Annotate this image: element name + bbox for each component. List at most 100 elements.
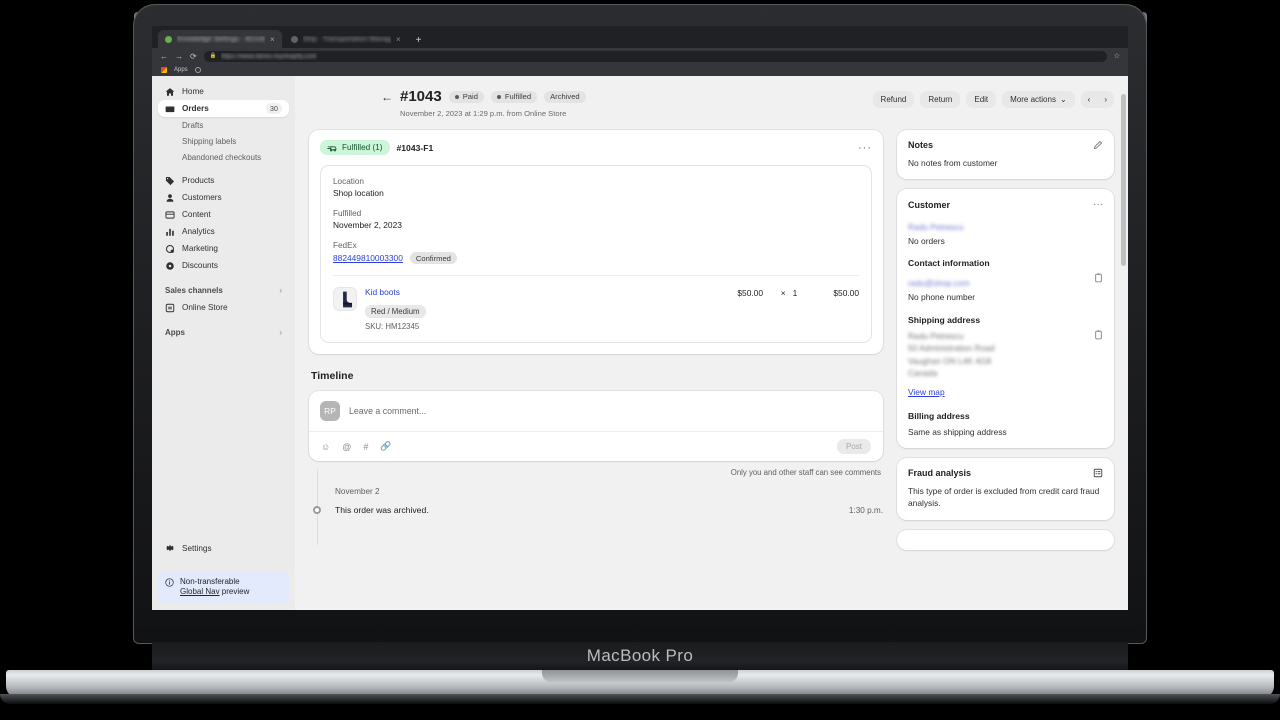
- line-item-row: Kid boots Red / Medium SKU: HM12345 $50.…: [333, 275, 859, 331]
- sidebar-item-label: Analytics: [182, 227, 215, 236]
- page-scrollbar[interactable]: [1121, 94, 1126, 266]
- content-icon: [165, 210, 175, 219]
- refund-button[interactable]: Refund: [872, 91, 915, 108]
- sidebar-item-drafts[interactable]: Drafts: [158, 117, 289, 133]
- mention-icon[interactable]: @: [342, 442, 351, 452]
- chevron-right-icon: ›: [279, 328, 282, 337]
- notes-title: Notes: [908, 140, 934, 150]
- sidebar-item-label: Settings: [182, 543, 212, 553]
- view-map-link[interactable]: View map: [908, 387, 945, 397]
- sidebar-item-marketing[interactable]: Marketing: [158, 240, 289, 257]
- line-item-quantity: × 1: [771, 287, 807, 298]
- attachment-icon[interactable]: 🔗: [380, 441, 391, 452]
- copy-icon[interactable]: [1094, 273, 1103, 283]
- sidebar-item-label: Home: [182, 87, 204, 96]
- apps-grid-icon[interactable]: [161, 67, 167, 73]
- browser-tab-2[interactable]: Ship · Transportation Manag ×: [284, 30, 408, 48]
- global-nav-link[interactable]: Global Nav: [180, 587, 220, 596]
- customer-email-link[interactable]: radu@shop.com: [908, 278, 970, 288]
- tab-favicon-icon: [165, 35, 172, 43]
- billing-address-value: Same as shipping address: [908, 427, 1007, 437]
- back-arrow-icon[interactable]: ←: [381, 90, 393, 104]
- product-thumbnail[interactable]: [333, 287, 357, 311]
- sidebar-item-online-store[interactable]: Online Store: [158, 299, 289, 316]
- tab-close-icon[interactable]: ×: [396, 35, 401, 44]
- sidebar-item-discounts[interactable]: Discounts: [158, 257, 289, 274]
- sidebar-item-customers[interactable]: Customers: [158, 189, 289, 206]
- fulfilled-date-field: Fulfilled November 2, 2023: [333, 209, 859, 230]
- tab-close-icon[interactable]: ×: [270, 35, 275, 44]
- sidebar-item-shipping-labels[interactable]: Shipping labels: [158, 133, 289, 149]
- hashtag-icon[interactable]: #: [363, 442, 368, 452]
- bookmarks-bar: Apps: [152, 64, 1128, 76]
- sidebar-section-apps[interactable]: Apps ›: [158, 324, 289, 341]
- comment-input-row[interactable]: RP Leave a comment...: [309, 391, 883, 431]
- sidebar-item-label: Discounts: [182, 261, 218, 270]
- timeline-event-text: This order was archived.: [335, 505, 429, 515]
- tracking-row: 882449810003300 Confirmed: [333, 252, 859, 264]
- tracking-number-link[interactable]: 882449810003300: [333, 253, 403, 263]
- delivery-truck-icon: [327, 145, 337, 151]
- comment-input[interactable]: Leave a comment...: [349, 406, 426, 416]
- apps-bookmark-label[interactable]: Apps: [174, 67, 188, 73]
- customer-menu-button[interactable]: ···: [1093, 199, 1103, 210]
- fraud-analysis-card: Fraud analysis This type of order is exc…: [897, 458, 1114, 520]
- timeline-heading: Timeline: [311, 370, 354, 382]
- pencil-icon[interactable]: [1093, 140, 1103, 150]
- report-icon[interactable]: [1093, 468, 1103, 478]
- fulfillment-details: Location Shop location Fulfilled Novembe…: [320, 165, 872, 343]
- home-icon: [166, 87, 174, 96]
- product-title-link[interactable]: Kid boots: [365, 287, 729, 297]
- sidebar-item-content[interactable]: Content: [158, 206, 289, 223]
- forward-icon[interactable]: →: [175, 52, 183, 61]
- fulfillment-menu-button[interactable]: ···: [858, 142, 872, 154]
- sidebar-item-label: Content: [182, 210, 211, 219]
- browser-tab-strip: Knowledge Settings · 4Cccb × Ship · Tran…: [152, 26, 1128, 48]
- browser-tab-1[interactable]: Knowledge Settings · 4Cccb ×: [158, 30, 282, 48]
- sidebar-item-settings[interactable]: Settings: [158, 540, 289, 557]
- secondary-column: Notes No notes from customer Customer ··…: [897, 130, 1114, 560]
- sidebar-section-sales-channels[interactable]: Sales channels ›: [158, 282, 289, 299]
- sidebar-item-orders[interactable]: Orders 30: [158, 100, 289, 117]
- line-item-price: $50.00: [737, 288, 763, 298]
- billing-address-heading: Billing address: [908, 411, 970, 421]
- copy-icon[interactable]: [1094, 330, 1103, 340]
- sidebar-item-products[interactable]: Products: [158, 172, 289, 189]
- location-label: Location: [333, 177, 364, 186]
- customer-name-link[interactable]: Radu Petrescu: [908, 222, 963, 232]
- profile-icon[interactable]: [194, 67, 201, 73]
- star-icon[interactable]: ☆: [1114, 52, 1120, 60]
- analytics-icon: [166, 228, 174, 236]
- gear-icon: [166, 545, 174, 552]
- shipping-address-heading: Shipping address: [908, 314, 981, 325]
- notice-line-2: preview: [219, 587, 250, 597]
- quantity-value: 1: [792, 288, 798, 298]
- comment-toolbar: ☺ @ # 🔗 Post: [309, 431, 883, 461]
- sidebar-section-label: Apps: [165, 328, 185, 337]
- address-bar[interactable]: 🔒 https://www.demo.myshopify.com: [203, 50, 1107, 62]
- sidebar-item-abandoned-checkouts[interactable]: Abandoned checkouts: [158, 149, 289, 165]
- fulfillment-badge-label: Fulfilled (1): [342, 143, 383, 152]
- reload-icon[interactable]: ⟳: [190, 52, 197, 61]
- shipping-address-body: Radu Petrescu 50 Administration Road Vau…: [908, 330, 1094, 380]
- person-icon: [166, 193, 174, 202]
- customer-title: Customer: [908, 199, 951, 210]
- product-variant-badge: Red / Medium: [365, 305, 426, 318]
- more-actions-button[interactable]: More actions ⌄: [1002, 91, 1075, 108]
- edit-button[interactable]: Edit: [966, 91, 997, 108]
- page-header-actions: Refund Return Edit More actions ⌄ ‹ ›: [872, 88, 1114, 108]
- next-order-button[interactable]: ›: [1097, 91, 1114, 108]
- previous-order-button[interactable]: ‹: [1081, 91, 1098, 108]
- avatar: RP: [320, 401, 340, 421]
- back-icon[interactable]: ←: [160, 52, 168, 61]
- chevron-right-icon: ›: [279, 286, 282, 295]
- return-button[interactable]: Return: [920, 91, 961, 108]
- tag-icon: [165, 176, 175, 185]
- new-tab-button[interactable]: +: [410, 35, 428, 48]
- sidebar-item-analytics[interactable]: Analytics: [158, 223, 289, 240]
- status-badge-paid: Paid: [448, 90, 484, 103]
- emoji-icon[interactable]: ☺: [321, 442, 330, 452]
- post-button[interactable]: Post: [836, 439, 871, 454]
- sidebar-item-home[interactable]: Home: [158, 83, 289, 100]
